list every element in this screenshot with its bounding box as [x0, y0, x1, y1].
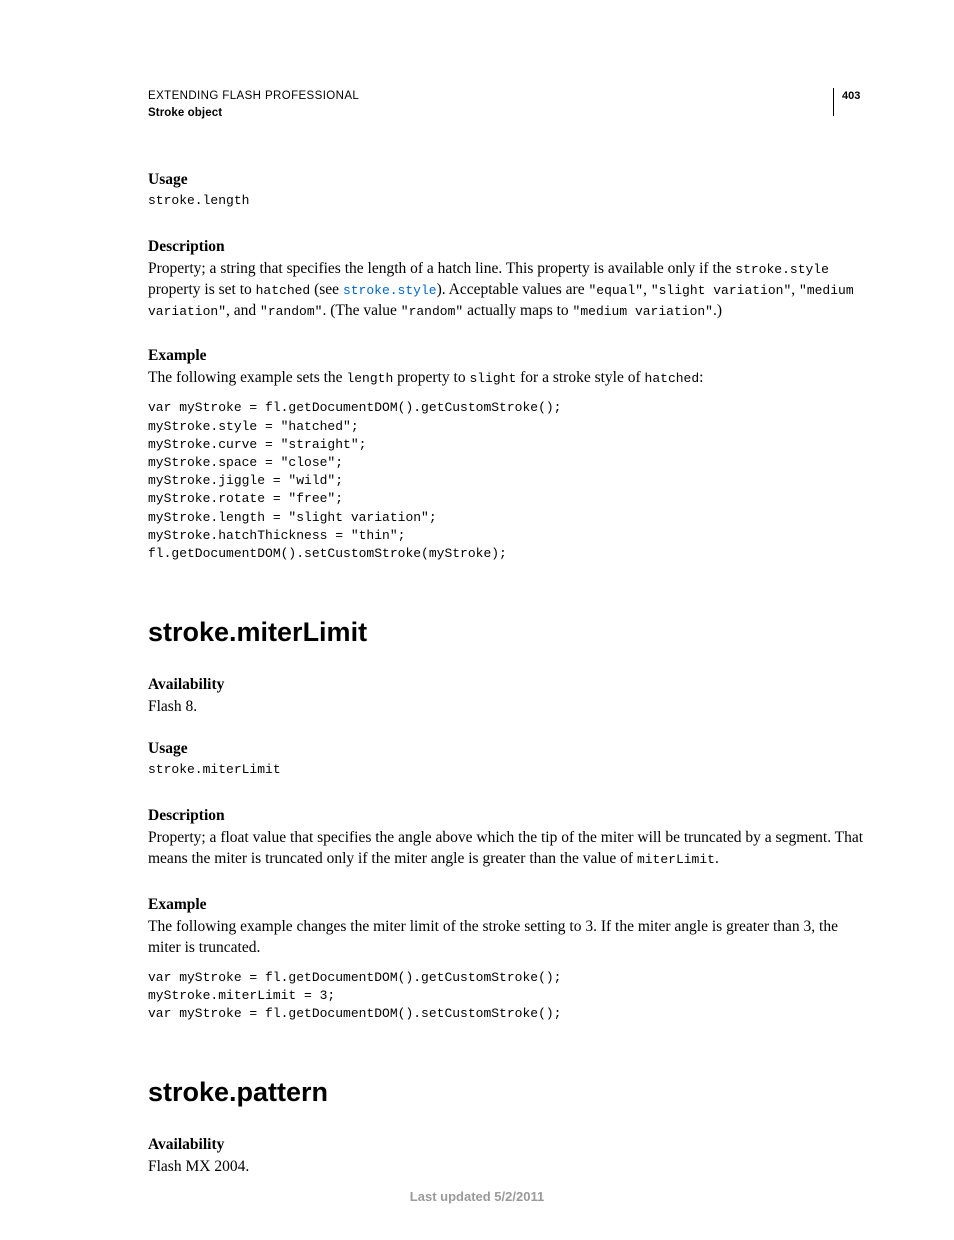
header-text: EXTENDING FLASH PROFESSIONAL Stroke obje…: [148, 88, 359, 123]
usage-code-miter: stroke.miterLimit: [148, 761, 864, 779]
availability-text: Flash 8.: [148, 697, 864, 718]
page-footer: Last updated 5/2/2011: [0, 1189, 954, 1204]
description-heading: Description: [148, 238, 864, 256]
example-intro: The following example sets the length pr…: [148, 368, 864, 389]
chapter-title: Stroke object: [148, 105, 359, 122]
availability-heading-pattern: Availability: [148, 1136, 864, 1154]
usage-heading-miter: Usage: [148, 740, 864, 758]
availability-text-pattern: Flash MX 2004.: [148, 1157, 864, 1178]
page-container: EXTENDING FLASH PROFESSIONAL Stroke obje…: [0, 0, 954, 1240]
stroke-style-link[interactable]: stroke.style: [343, 283, 437, 298]
usage-code: stroke.length: [148, 192, 864, 210]
example-intro-miter: The following example changes the miter …: [148, 917, 864, 959]
doc-title: EXTENDING FLASH PROFESSIONAL: [148, 88, 359, 105]
section-title-miterlimit: stroke.miterLimit: [148, 617, 864, 648]
page-header: EXTENDING FLASH PROFESSIONAL Stroke obje…: [148, 88, 864, 123]
description-text: Property; a string that specifies the le…: [148, 259, 864, 322]
page-number: 403: [833, 88, 864, 116]
description-heading-miter: Description: [148, 807, 864, 825]
example-code-block: var myStroke = fl.getDocumentDOM().getCu…: [148, 399, 864, 563]
usage-heading: Usage: [148, 171, 864, 189]
availability-heading: Availability: [148, 676, 864, 694]
example-heading-miter: Example: [148, 896, 864, 914]
example-heading: Example: [148, 347, 864, 365]
example-code-block-miter: var myStroke = fl.getDocumentDOM().getCu…: [148, 969, 864, 1024]
description-text-miter: Property; a float value that specifies t…: [148, 828, 864, 870]
section-title-pattern: stroke.pattern: [148, 1077, 864, 1108]
